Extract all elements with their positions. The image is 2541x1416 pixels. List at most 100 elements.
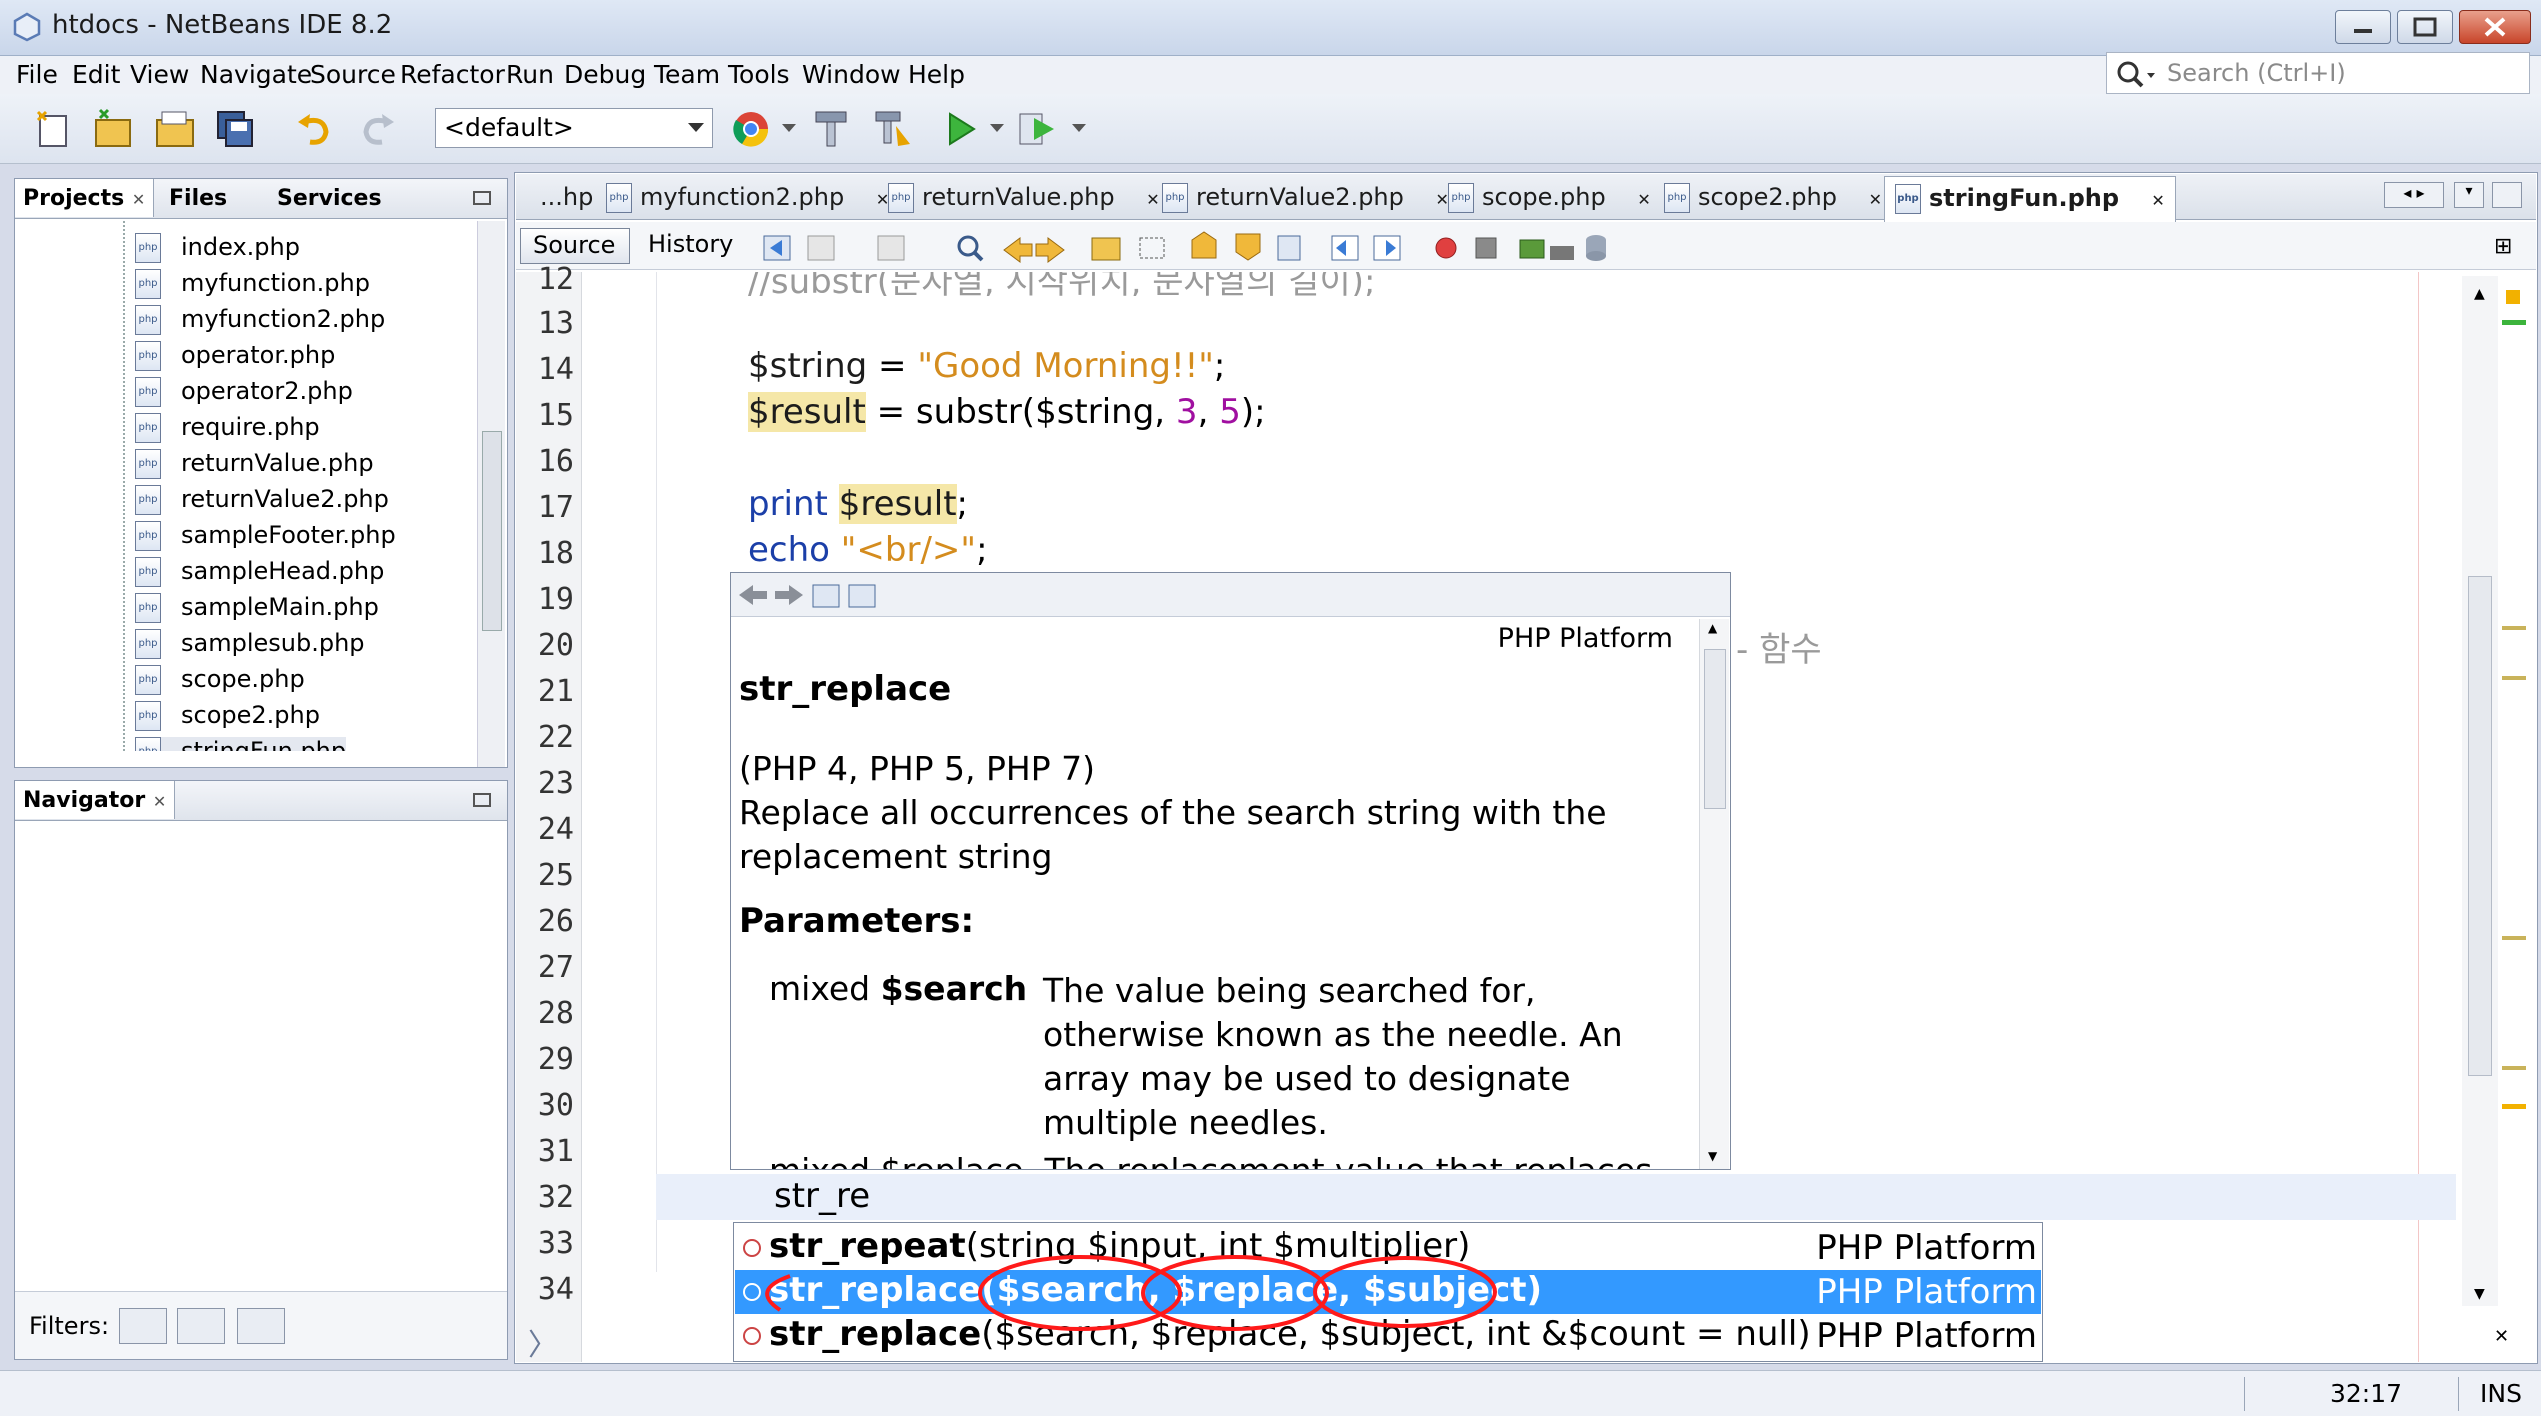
tab-navigator[interactable]: Navigator ✕ — [15, 781, 176, 819]
change-marker[interactable] — [2502, 320, 2526, 325]
annotation-marker[interactable] — [2502, 626, 2526, 630]
menu-refactor[interactable]: Refactor — [400, 60, 505, 89]
close-icon[interactable]: ✕ — [153, 792, 166, 811]
tree-item[interactable]: php myfunction2.php — [135, 305, 385, 341]
tab-services[interactable]: Services — [269, 179, 390, 217]
annotation-marker[interactable] — [2502, 936, 2526, 940]
redo-icon[interactable] — [356, 108, 398, 150]
forward-icon[interactable] — [807, 235, 835, 261]
close-icon[interactable]: ✕ — [1869, 190, 1882, 209]
tree-item[interactable]: php operator.php — [135, 341, 335, 377]
tab-scope2[interactable]: php scope2.php ✕ — [1654, 176, 1892, 220]
filter-private-button[interactable] — [237, 1308, 285, 1344]
comment-icon[interactable] — [1550, 246, 1574, 260]
menu-navigate[interactable]: Navigate — [200, 60, 312, 89]
chevron-down-icon[interactable] — [1072, 124, 1086, 134]
tree-item[interactable]: php index.php — [135, 233, 300, 269]
chevron-down-icon[interactable] — [782, 124, 796, 134]
close-icon[interactable]: ✕ — [132, 190, 145, 209]
start-macro-icon[interactable] — [1435, 237, 1457, 259]
code-line-15[interactable]: $result = substr($string, 3, 5); — [748, 392, 1266, 432]
menu-window[interactable]: Window — [802, 60, 901, 89]
forward-icon[interactable] — [775, 585, 803, 605]
history-tab[interactable]: History — [648, 230, 733, 258]
open-in-browser-icon[interactable] — [812, 584, 840, 608]
next-bookmark-icon[interactable] — [1235, 233, 1261, 261]
scroll-down-icon[interactable]: ▼ — [2474, 1286, 2485, 1302]
annotation-marker[interactable] — [2502, 1104, 2526, 1109]
tree-item[interactable]: php samplesub.php — [135, 629, 365, 665]
close-icon[interactable]: ✕ — [1637, 190, 1650, 209]
menu-run[interactable]: Run — [506, 60, 554, 89]
tree-item[interactable]: php myfunction.php — [135, 269, 370, 305]
expand-arrow-icon[interactable]: 〉 — [528, 1320, 558, 1364]
filter-inherited-button[interactable] — [177, 1308, 225, 1344]
code-line-32[interactable]: str_re — [774, 1176, 870, 1216]
minimize-panel-icon[interactable] — [473, 191, 491, 205]
menu-edit[interactable]: Edit — [72, 60, 120, 89]
shift-left-icon[interactable] — [1331, 235, 1359, 261]
run-icon[interactable] — [940, 108, 982, 150]
tab-scope[interactable]: php scope.php ✕ — [1438, 176, 1661, 220]
tree-item[interactable]: php sampleFooter.php — [135, 521, 396, 557]
search-input[interactable]: Search (Ctrl+I) — [2106, 52, 2530, 94]
menu-file[interactable]: File — [16, 60, 58, 89]
maximize-editor-icon[interactable] — [2492, 182, 2522, 208]
find-previous-icon[interactable] — [1003, 237, 1033, 263]
back-icon[interactable] — [763, 235, 791, 261]
menu-help[interactable]: Help — [908, 60, 965, 89]
tab-stringfun-active[interactable]: php stringFun.php ✕ — [1884, 176, 2176, 222]
editor-scrollbar[interactable]: ▲ ▼ — [2462, 276, 2498, 1306]
scroll-down-icon[interactable]: ▼ — [1708, 1149, 1717, 1163]
doc-scrollbar[interactable]: ▲ ▼ — [1699, 619, 1729, 1169]
tab-projects[interactable]: Projects ✕ — [15, 179, 155, 217]
new-file-icon[interactable] — [32, 108, 74, 150]
code-line-18[interactable]: echo "<br/>"; — [748, 530, 988, 570]
warning-marker[interactable] — [2506, 290, 2520, 304]
annotation-marker[interactable] — [2502, 1066, 2526, 1070]
find-icon[interactable] — [957, 235, 984, 262]
scrollbar-thumb[interactable] — [1704, 649, 1726, 809]
tree-item[interactable]: php returnValue.php — [135, 449, 374, 485]
doc-nav-icons[interactable] — [737, 579, 877, 611]
scroll-up-icon[interactable]: ▲ — [1708, 621, 1717, 635]
undo-icon[interactable] — [294, 108, 336, 150]
debug-icon[interactable] — [1016, 108, 1058, 150]
tab-returnvalue[interactable]: php returnValue.php ✕ — [878, 176, 1170, 220]
tree-item-selected[interactable]: php stringFun.php — [135, 737, 347, 751]
split-editor-icon[interactable]: ⊞ — [2494, 234, 2512, 259]
scrollbar-thumb[interactable] — [482, 431, 502, 631]
tree-item[interactable]: php scope.php — [135, 665, 305, 701]
back-icon[interactable] — [739, 585, 767, 605]
open-project-icon[interactable] — [154, 108, 196, 150]
check-icon[interactable] — [1519, 239, 1545, 259]
save-all-icon[interactable] — [214, 108, 256, 150]
scroll-up-icon[interactable]: ▲ — [2474, 286, 2485, 302]
menu-team[interactable]: Team — [654, 60, 720, 89]
tab-overflow[interactable]: ...hp — [530, 176, 603, 220]
menu-debug[interactable]: Debug — [564, 60, 646, 89]
scrollbar-thumb[interactable] — [2468, 576, 2492, 1076]
last-edit-icon[interactable] — [877, 235, 905, 261]
configuration-select[interactable]: <default> — [435, 108, 713, 148]
toggle-bookmark-icon[interactable] — [1277, 235, 1301, 261]
tab-list-icon[interactable]: ▾ — [2454, 182, 2484, 208]
menu-tools[interactable]: Tools — [728, 60, 790, 89]
tree-item[interactable]: php scope2.php — [135, 701, 320, 737]
filter-fields-button[interactable] — [119, 1308, 167, 1344]
menu-view[interactable]: View — [130, 60, 189, 89]
minimize-button[interactable] — [2335, 10, 2391, 44]
chevron-down-icon[interactable] — [990, 124, 1004, 134]
build-icon[interactable] — [810, 108, 852, 150]
database-icon[interactable] — [1586, 235, 1606, 261]
tree-item[interactable]: php operator2.php — [135, 377, 353, 413]
source-tab[interactable]: Source — [520, 228, 630, 264]
tree-scrollbar[interactable] — [477, 221, 505, 767]
tab-files[interactable]: Files — [161, 179, 235, 217]
close-icon[interactable]: ✕ — [2151, 191, 2164, 210]
open-source-icon[interactable] — [848, 584, 876, 608]
menu-source[interactable]: Source — [310, 60, 396, 89]
find-next-icon[interactable] — [1035, 237, 1065, 263]
shift-right-icon[interactable] — [1373, 235, 1401, 261]
tree-item[interactable]: php sampleMain.php — [135, 593, 379, 629]
